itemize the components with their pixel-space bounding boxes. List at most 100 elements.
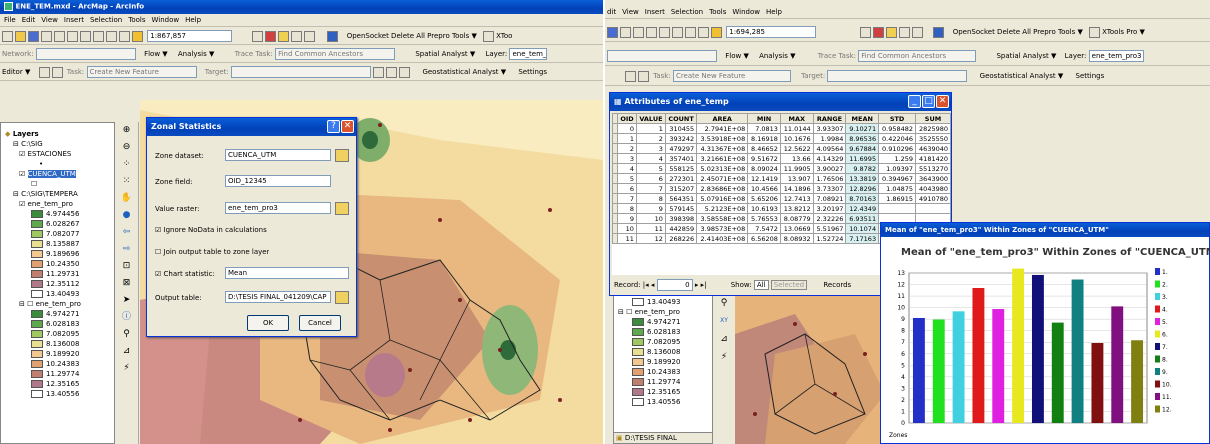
rotate-icon[interactable] — [386, 66, 398, 78]
redo-icon[interactable] — [119, 30, 130, 42]
edit-tool-icon[interactable] — [38, 66, 50, 78]
right-menu-insert[interactable]: Insert — [645, 8, 665, 16]
print-icon[interactable] — [41, 30, 52, 42]
right-opensocket-toolbar[interactable]: OpenSocket Delete All Prepro Tools ▼ — [953, 28, 1083, 36]
target-dropdown[interactable] — [230, 66, 371, 78]
menu-window[interactable]: Window — [152, 16, 180, 24]
right-geostatistical-menu[interactable]: Geostatistical Analyst ▼ — [980, 72, 1064, 80]
right-menu-help[interactable]: Help — [766, 8, 782, 16]
map-scale-input[interactable]: 1:867,857 — [147, 30, 233, 42]
select-features-icon[interactable]: ⊡ — [115, 258, 138, 275]
right-map-scale-input[interactable]: 1:694,285 — [726, 26, 817, 38]
right-redo-icon[interactable] — [698, 26, 709, 38]
right-menu-view[interactable]: View — [622, 8, 639, 16]
undo-icon[interactable] — [106, 30, 117, 42]
trace-task-dropdown[interactable]: Find Common Ancestors — [275, 48, 396, 60]
column-header[interactable]: MEAN — [845, 113, 880, 124]
find-icon[interactable]: ⚲ — [115, 326, 138, 343]
help-icon[interactable]: ? — [327, 120, 340, 133]
right-toc-ene-tem-pro[interactable]: ⊟ ☐ ene_tem_pro — [618, 307, 710, 317]
zone-field-select[interactable]: OID_12345 — [225, 175, 331, 187]
right-save-icon[interactable] — [607, 26, 618, 38]
task-dropdown[interactable]: Create New Feature — [86, 66, 197, 78]
column-header[interactable]: AREA — [696, 113, 749, 124]
toc-layers[interactable]: ◆ Layers — [5, 129, 112, 139]
right-menu-edit[interactable]: dit — [607, 8, 616, 16]
table-row[interactable]: 1 2 393242 3.53918E+08 8.16918 10.1676 1.9984 8… — [612, 133, 951, 144]
right-layer-dropdown[interactable]: ene_tem_pro3 — [1088, 50, 1144, 62]
identify-icon[interactable]: ⓘ — [115, 309, 138, 326]
right-hyperlink-icon[interactable]: ⚡ — [713, 348, 735, 366]
xtools-icon[interactable] — [483, 30, 495, 42]
full-extent-icon[interactable]: ● — [115, 207, 138, 224]
output-table-input[interactable]: D:\TESIS FINAL_041209\CAP — [225, 291, 331, 303]
prev-record-button[interactable]: ◂ — [651, 281, 655, 289]
fixed-zoom-in-icon[interactable]: ⁘ — [115, 156, 138, 173]
select-elements-icon[interactable]: ➤ — [115, 292, 138, 309]
ok-button[interactable]: OK — [247, 315, 289, 331]
first-record-button[interactable]: |◂ — [643, 281, 649, 289]
record-input[interactable]: 0 — [656, 279, 693, 291]
right-trace-task-dropdown[interactable]: Find Common Ancestors — [858, 50, 977, 62]
spatial-analyst-menu[interactable]: Spatial Analyst ▼ — [415, 50, 475, 58]
right-editor-icon[interactable] — [860, 26, 872, 38]
pan-icon[interactable]: ✋ — [115, 190, 138, 207]
right-model-icon[interactable] — [899, 26, 911, 38]
network-dropdown[interactable] — [35, 48, 136, 60]
right-add-data-icon[interactable] — [711, 26, 722, 38]
right-print-icon[interactable] — [620, 26, 631, 38]
column-header[interactable]: MAX — [779, 113, 814, 124]
table-row[interactable]: 4 5 558125 5.02313E+08 8.09024 11.9905 3.90027… — [612, 163, 951, 174]
arctoolbox-icon[interactable] — [265, 30, 277, 42]
right-catalog-icon[interactable] — [886, 26, 898, 38]
help-icon[interactable] — [304, 30, 316, 42]
join-output-checkbox[interactable]: ☐ Join output table to zone layer — [155, 248, 269, 256]
value-raster-select[interactable]: ene_tem_pro3 — [225, 202, 331, 214]
add-data-icon[interactable] — [132, 30, 143, 42]
right-measure-icon[interactable]: ⊿ — [713, 330, 735, 348]
table-row[interactable]: 3 4 357401 3.21661E+08 9.51672 13.66 4.14329 11… — [612, 153, 951, 164]
browse-folder-icon[interactable] — [335, 149, 349, 162]
table-row[interactable]: 7 8 564351 5.07916E+08 5.65206 12.7413 7.08921… — [612, 193, 951, 204]
python-icon[interactable] — [327, 30, 339, 42]
menu-selection[interactable]: Selection — [90, 16, 122, 24]
back-extent-icon[interactable]: ⇦ — [115, 224, 138, 241]
toc-ene-tem-pro[interactable]: ☑ ene_tem_pro — [5, 199, 112, 209]
right-map-view[interactable] — [735, 294, 885, 444]
fixed-zoom-out-icon[interactable]: ⁙ — [115, 173, 138, 190]
table-row[interactable]: 2 3 479297 4.31367E+08 8.46652 12.5622 4.09564… — [612, 143, 951, 154]
table-row[interactable]: 6 7 315207 2.83686E+08 10.4566 14.1896 3.73307… — [612, 183, 951, 194]
column-header[interactable]: SUM — [915, 113, 951, 124]
browse-output-icon[interactable] — [335, 291, 349, 304]
right-menu-selection[interactable]: Selection — [671, 8, 703, 16]
right-copy-icon[interactable] — [646, 26, 657, 38]
right-cut-icon[interactable] — [633, 26, 644, 38]
open-icon[interactable] — [15, 30, 26, 42]
column-header[interactable]: MIN — [747, 113, 781, 124]
maximize-icon[interactable]: □ — [922, 95, 935, 108]
xtools-label[interactable]: XToo — [496, 32, 512, 40]
zoom-out-icon[interactable]: ⊖ — [115, 139, 138, 156]
clear-selection-icon[interactable]: ⊠ — [115, 275, 138, 292]
save-icon[interactable] — [28, 30, 39, 42]
toc-folder-tempera[interactable]: ⊟ C:\SIG\TEMPERA — [5, 189, 112, 199]
right-analysis-menu[interactable]: Analysis ▼ — [759, 52, 795, 60]
right-menu-tools[interactable]: Tools — [709, 8, 726, 16]
catalog-icon[interactable] — [278, 30, 290, 42]
right-arctoolbox-icon[interactable] — [873, 26, 885, 38]
chart-statistic-select[interactable]: Mean — [225, 267, 349, 279]
right-xtools-icon[interactable] — [1089, 26, 1101, 38]
chart-statistic-checkbox[interactable]: ☑ Chart statistic: — [155, 270, 215, 278]
analysis-menu[interactable]: Analysis ▼ — [178, 50, 214, 58]
menu-file[interactable]: File — [4, 16, 16, 24]
toc-estaciones[interactable]: ☑ ESTACIONES — [5, 149, 112, 159]
model-icon[interactable] — [291, 30, 303, 42]
toc-cuenca-utm[interactable]: ☑ CUENCA_UTM — [5, 169, 112, 179]
settings-menu[interactable]: Settings — [518, 68, 547, 76]
column-header[interactable]: VALUE — [635, 113, 666, 124]
geostatistical-analyst-menu[interactable]: Geostatistical Analyst ▼ — [422, 68, 506, 76]
right-help-icon[interactable] — [912, 26, 924, 38]
toc-ene-tem-pro-2[interactable]: ⊟ ☐ ene_tem_pro — [5, 299, 112, 309]
right-flow-menu[interactable]: Flow ▼ — [725, 52, 749, 60]
cancel-button[interactable]: Cancel — [299, 315, 341, 331]
